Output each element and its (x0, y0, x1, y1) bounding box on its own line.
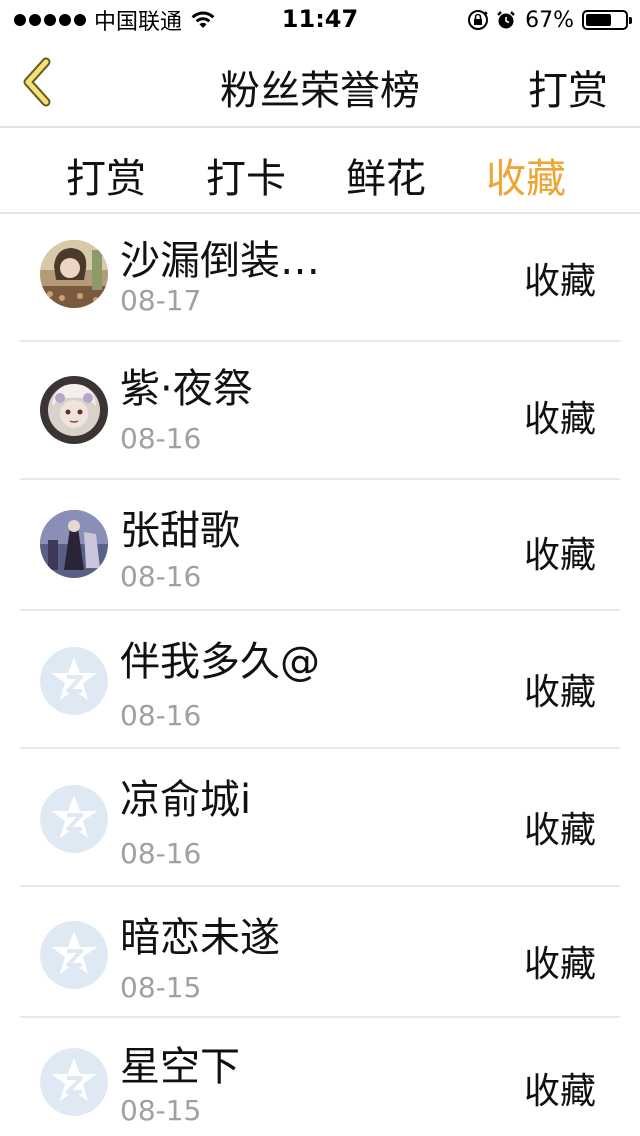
battery-icon (582, 10, 632, 30)
default-avatar-icon (40, 921, 108, 989)
avatar (40, 240, 108, 308)
list-item[interactable]: 暗恋未遂 08-15 收藏 (0, 887, 640, 1018)
date: 08-16 (120, 837, 202, 870)
action-label: 收藏 (523, 535, 596, 576)
user-name: 暗恋未遂 (120, 915, 280, 961)
list-item[interactable]: 星空下 08-15 收藏 (0, 1018, 640, 1136)
tab-flowers[interactable]: 鲜花 (346, 146, 426, 204)
action-label: 收藏 (523, 261, 596, 302)
status-bar: 中国联通 11:47 67% (0, 0, 640, 40)
date: 08-16 (120, 560, 202, 593)
tab-checkin[interactable]: 打卡 (206, 146, 286, 204)
user-name: 沙漏倒装… (120, 238, 320, 284)
user-name: 凉俞城i (120, 777, 252, 823)
action-label: 收藏 (523, 944, 596, 985)
action-label: 收藏 (523, 1071, 596, 1112)
date: 08-16 (120, 699, 202, 732)
default-avatar-icon (40, 785, 108, 853)
action-label: 收藏 (523, 810, 596, 851)
default-avatar-icon (40, 1048, 108, 1116)
battery-fill (586, 14, 612, 26)
user-name: 伴我多久@ (120, 639, 320, 685)
list-item[interactable]: 凉俞城i 08-16 收藏 (0, 749, 640, 887)
tab-bar: 打赏 打卡 鲜花 收藏 (0, 128, 640, 214)
reward-button[interactable]: 打赏 (528, 58, 608, 116)
avatar (40, 376, 108, 444)
nav-bar: 粉丝荣誉榜 打赏 (0, 40, 640, 128)
user-name: 张甜歌 (120, 508, 240, 554)
battery-percent: 67% (525, 7, 574, 33)
action-label: 收藏 (523, 399, 596, 440)
date: 08-15 (120, 1094, 202, 1127)
tab-collect[interactable]: 收藏 (486, 146, 566, 204)
default-avatar-icon (40, 647, 108, 715)
avatar (40, 510, 108, 578)
date: 08-16 (120, 422, 202, 455)
alarm-icon (497, 11, 515, 29)
date: 08-17 (120, 284, 202, 317)
tab-reward[interactable]: 打赏 (66, 146, 146, 204)
orientation-lock-icon (468, 10, 489, 30)
action-label: 收藏 (523, 672, 596, 713)
list-item[interactable]: 伴我多久@ 08-16 收藏 (0, 611, 640, 749)
user-name: 紫·夜祭 (120, 366, 253, 412)
date: 08-15 (120, 971, 202, 1004)
list-item[interactable]: 紫·夜祭 08-16 收藏 (0, 342, 640, 480)
list-item[interactable]: 张甜歌 08-16 收藏 (0, 480, 640, 611)
list-item[interactable]: 沙漏倒装… 08-17 收藏 (0, 214, 640, 342)
user-name: 星空下 (120, 1044, 240, 1090)
status-right: 67% (467, 6, 632, 34)
